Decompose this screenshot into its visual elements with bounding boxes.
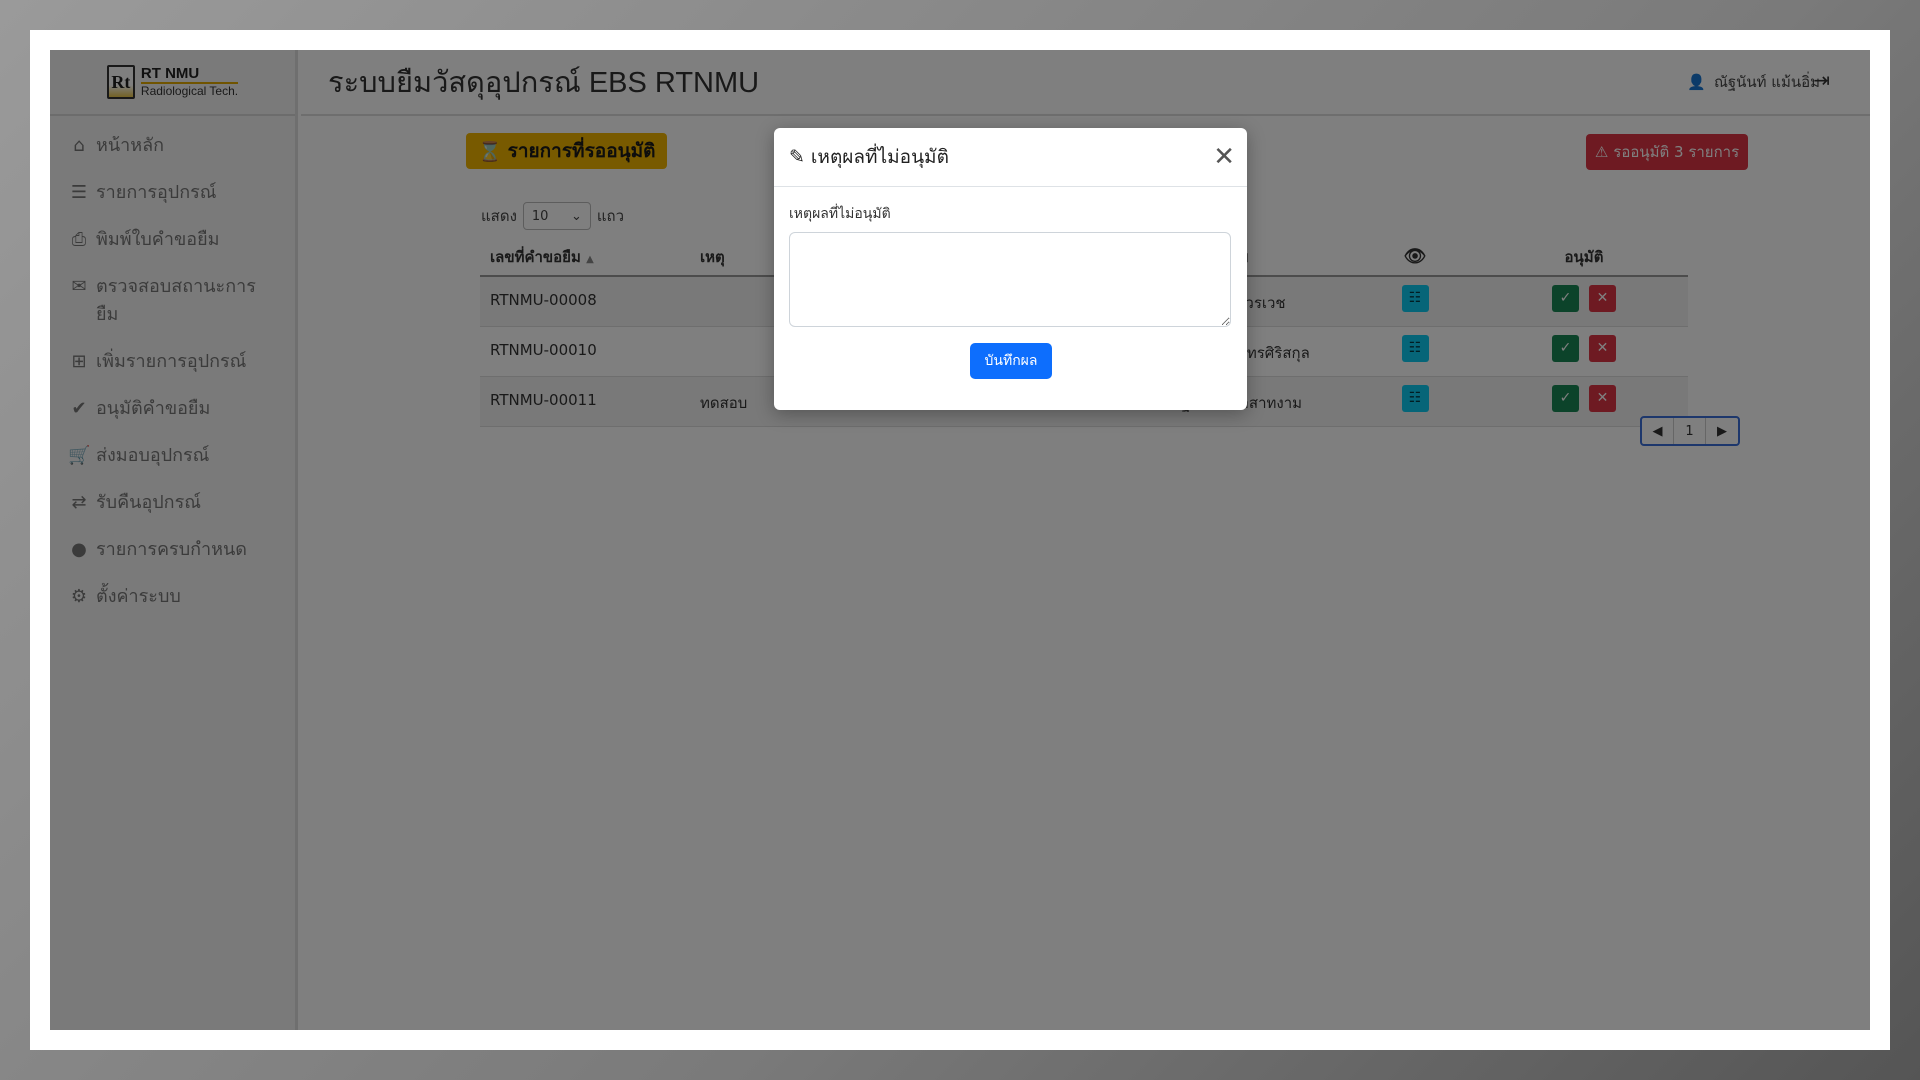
reason-textarea[interactable] bbox=[789, 232, 1231, 327]
modal-header: ✎ เหตุผลที่ไม่อนุมัติ ✕ bbox=[774, 128, 1247, 187]
edit-icon: ✎ bbox=[789, 146, 805, 168]
save-button[interactable]: บันทึกผล bbox=[970, 343, 1052, 379]
screen-frame: Rt RT NMU Radiological Tech. ⌂หน้าหลัก ☰… bbox=[30, 30, 1890, 1050]
app-window: Rt RT NMU Radiological Tech. ⌂หน้าหลัก ☰… bbox=[50, 50, 1870, 1030]
reject-reason-modal: ✎ เหตุผลที่ไม่อนุมัติ ✕ เหตุผลที่ไม่อนุม… bbox=[774, 128, 1247, 410]
reason-label: เหตุผลที่ไม่อนุมัติ bbox=[789, 206, 891, 222]
close-icon[interactable]: ✕ bbox=[1213, 144, 1235, 170]
modal-title: เหตุผลที่ไม่อนุมัติ bbox=[810, 146, 949, 168]
